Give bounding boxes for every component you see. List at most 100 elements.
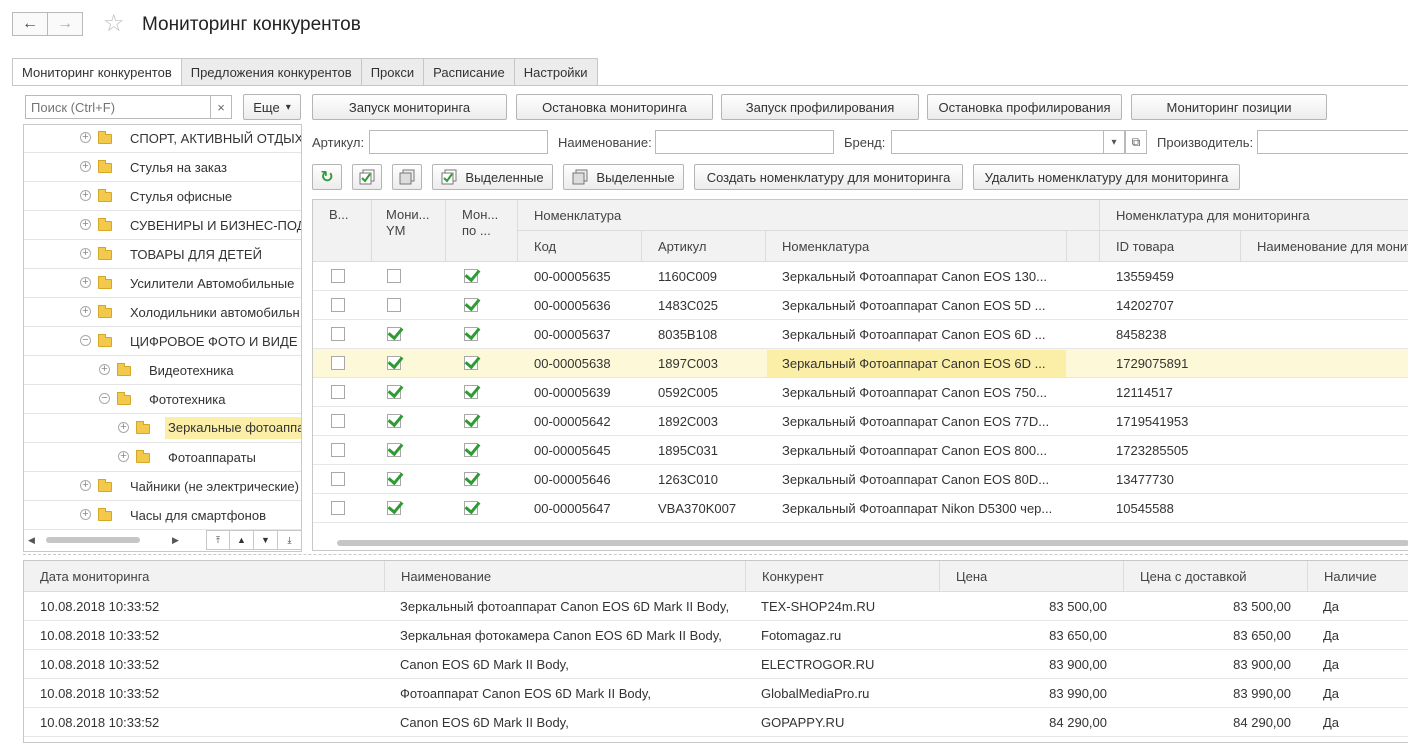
collapse-icon[interactable]: −	[80, 335, 91, 346]
checkbox-ym[interactable]	[387, 269, 401, 283]
col-header-id[interactable]: ID товара	[1100, 231, 1241, 262]
col-header-competitor[interactable]: Конкурент	[746, 561, 940, 592]
tree-item[interactable]: + Стулья офисные	[24, 182, 301, 211]
checkbox-v[interactable]	[331, 385, 345, 399]
table-row[interactable]: 10.08.2018 10:33:52 Canon EOS 6D Mark II …	[24, 708, 1408, 737]
delete-monitoring-item-button[interactable]: Удалить номенклатуру для мониторинга	[973, 164, 1240, 190]
expand-icon[interactable]: +	[99, 364, 110, 375]
col-header-name[interactable]: Номенклатура	[766, 231, 1067, 262]
tab-proxy[interactable]: Прокси	[360, 58, 425, 85]
col-header-offer-name[interactable]: Наименование	[385, 561, 746, 592]
table-row[interactable]: 10.08.2018 10:33:52 Canon EOS 6D Mark II …	[24, 650, 1408, 679]
nav-first-icon[interactable]: ⤒	[206, 530, 230, 550]
tree-item[interactable]: + Видеотехника	[24, 356, 301, 385]
start-profiling-button[interactable]: Запуск профилирования	[721, 94, 919, 120]
nav-down-icon[interactable]: ▼	[254, 530, 278, 550]
tree-item[interactable]: + СУВЕНИРЫ И БИЗНЕС-ПОД	[24, 211, 301, 240]
table-row[interactable]: 00-00005642 1892C003 Зеркальный Фотоаппара…	[313, 407, 1408, 436]
col-header-article[interactable]: Артикул	[642, 231, 766, 262]
refresh-button[interactable]: ↻	[312, 164, 342, 190]
checkbox-po[interactable]	[464, 269, 478, 283]
nav-last-icon[interactable]: ⤓	[278, 530, 302, 550]
tree-horizontal-scrollbar[interactable]	[46, 537, 140, 543]
brand-input[interactable]	[891, 130, 1125, 154]
grid-horizontal-scrollbar[interactable]	[337, 540, 1408, 546]
col-header-price-delivery[interactable]: Цена с доставкой	[1124, 561, 1308, 592]
tab-offers[interactable]: Предложения конкурентов	[180, 58, 362, 85]
checkbox-po[interactable]	[464, 501, 478, 515]
tree-item[interactable]: + Зеркальные фотоаппа	[24, 414, 301, 443]
table-row[interactable]: 00-00005647 VBA370K007 Зеркальный Фотоаппа…	[313, 494, 1408, 523]
search-clear-button[interactable]: ×	[210, 95, 232, 119]
checkbox-ym[interactable]	[387, 414, 401, 428]
checkbox-ym[interactable]	[387, 501, 401, 515]
col-header-date[interactable]: Дата мониторинга	[24, 561, 385, 592]
uncheck-selected-button[interactable]: Выделенные	[563, 164, 684, 190]
search-input[interactable]	[25, 95, 211, 119]
create-monitoring-item-button[interactable]: Создать номенклатуру для мониторинга	[694, 164, 963, 190]
expand-icon[interactable]: +	[80, 219, 91, 230]
maker-input[interactable]	[1257, 130, 1408, 154]
expand-icon[interactable]: +	[118, 422, 129, 433]
table-row[interactable]: 00-00005638 1897C003 Зеркальный Фотоаппара…	[313, 349, 1408, 378]
expand-icon[interactable]: +	[80, 190, 91, 201]
tree-item[interactable]: − Фототехника	[24, 385, 301, 414]
expand-icon[interactable]: +	[80, 277, 91, 288]
expand-icon[interactable]: +	[80, 132, 91, 143]
tree-item[interactable]: + Чайники (не электрические)	[24, 472, 301, 501]
table-row[interactable]: 10.08.2018 10:33:52 Зеркальный фотоаппара…	[24, 592, 1408, 621]
expand-icon[interactable]: +	[80, 509, 91, 520]
table-row[interactable]: 00-00005645 1895C031 Зеркальный Фотоаппара…	[313, 436, 1408, 465]
checkbox-v[interactable]	[331, 472, 345, 486]
col-header-code[interactable]: Код	[518, 231, 642, 262]
checkbox-ym[interactable]	[387, 356, 401, 370]
checkbox-ym[interactable]	[387, 298, 401, 312]
checkbox-v[interactable]	[331, 443, 345, 457]
col-header-price[interactable]: Цена	[940, 561, 1124, 592]
tree-item[interactable]: + Холодильники автомобильн	[24, 298, 301, 327]
article-input[interactable]	[369, 130, 548, 154]
expand-icon[interactable]: +	[118, 451, 129, 462]
expand-icon[interactable]: +	[80, 248, 91, 259]
tree-item[interactable]: − ЦИФРОВОЕ ФОТО И ВИДЕ	[24, 327, 301, 356]
col-header-v[interactable]: В...	[313, 200, 372, 262]
check-all-button[interactable]	[352, 164, 382, 190]
stop-profiling-button[interactable]: Остановка профилирования	[927, 94, 1122, 120]
col-header-monitoring-name[interactable]: Наименование для монит	[1241, 231, 1408, 262]
checkbox-v[interactable]	[331, 414, 345, 428]
tree-item[interactable]: + Часы для смартфонов	[24, 501, 301, 530]
table-row[interactable]: 00-00005637 8035B108 Зеркальный Фотоаппара…	[313, 320, 1408, 349]
expand-icon[interactable]: +	[80, 306, 91, 317]
position-monitoring-button[interactable]: Мониторинг позиции	[1131, 94, 1327, 120]
tree-item[interactable]: + СПОРТ, АКТИВНЫЙ ОТДЫХ	[24, 125, 301, 153]
check-selected-button[interactable]: Выделенные	[432, 164, 553, 190]
forward-button[interactable]: →	[47, 12, 83, 36]
checkbox-po[interactable]	[464, 385, 478, 399]
checkbox-v[interactable]	[331, 298, 345, 312]
expand-icon[interactable]: +	[80, 161, 91, 172]
table-row[interactable]: 00-00005646 1263C010 Зеркальный Фотоаппара…	[313, 465, 1408, 494]
table-row[interactable]: 00-00005639 0592C005 Зеркальный Фотоаппара…	[313, 378, 1408, 407]
checkbox-ym[interactable]	[387, 327, 401, 341]
tree-item[interactable]: + Стулья на заказ	[24, 153, 301, 182]
checkbox-po[interactable]	[464, 443, 478, 457]
table-row[interactable]: 00-00005636 1483C025 Зеркальный Фотоаппара…	[313, 291, 1408, 320]
collapse-icon[interactable]: −	[99, 393, 110, 404]
expand-icon[interactable]: +	[80, 480, 91, 491]
table-row[interactable]: 00-00005635 1160C009 Зеркальный Фотоаппара…	[313, 262, 1408, 291]
checkbox-v[interactable]	[331, 269, 345, 283]
tree-item[interactable]: + ТОВАРЫ ДЛЯ ДЕТЕЙ	[24, 240, 301, 269]
checkbox-po[interactable]	[464, 298, 478, 312]
checkbox-v[interactable]	[331, 327, 345, 341]
start-monitoring-button[interactable]: Запуск мониторинга	[312, 94, 507, 120]
table-row[interactable]: 10.08.2018 10:33:52 Зеркальная фотокамера…	[24, 621, 1408, 650]
uncheck-all-button[interactable]	[392, 164, 422, 190]
col-header-po[interactable]: Мон... по ...	[446, 200, 518, 262]
panel-splitter[interactable]	[23, 554, 1408, 555]
checkbox-po[interactable]	[464, 356, 478, 370]
nav-up-icon[interactable]: ▲	[230, 530, 254, 550]
checkbox-v[interactable]	[331, 356, 345, 370]
brand-dropdown-button[interactable]: ▾	[1103, 130, 1125, 154]
tab-monitoring[interactable]: Мониторинг конкурентов	[12, 58, 182, 86]
name-input[interactable]	[655, 130, 834, 154]
